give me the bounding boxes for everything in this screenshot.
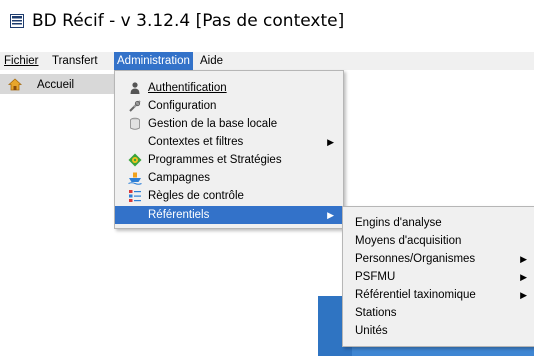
menu-fichier-label: Fichier <box>4 55 39 67</box>
window-title: BD Récif - v 3.12.4 [Pas de contexte] <box>32 11 345 31</box>
rules-icon <box>129 190 141 202</box>
ship-icon <box>128 172 142 185</box>
menu-item-regles-controle[interactable]: Règles de contrôle <box>115 187 343 205</box>
submenu-item-personnes-organismes[interactable]: Personnes/Organismes ▶ <box>343 250 534 268</box>
submenu-item-label: Moyens d'acquisition <box>355 235 462 247</box>
menu-item-authentification[interactable]: Authentification <box>115 79 343 97</box>
menu-item-referentiels[interactable]: Référentiels ▶ <box>115 206 343 224</box>
submenu-item-moyens-acquisition[interactable]: Moyens d'acquisition <box>343 232 534 250</box>
referentiels-submenu: Engins d'analyse Moyens d'acquisition Pe… <box>342 206 534 347</box>
tools-icon <box>129 100 141 112</box>
submenu-item-label: Référentiel taxinomique <box>355 289 476 301</box>
menu-item-label: Règles de contrôle <box>148 190 244 202</box>
submenu-arrow-icon: ▶ <box>327 137 334 147</box>
home-icon <box>8 78 22 91</box>
title-bar: BD Récif - v 3.12.4 [Pas de contexte] <box>0 0 534 44</box>
administration-menu: Authentification Configuration Gestion d… <box>114 70 344 229</box>
submenu-arrow-icon: ▶ <box>520 272 527 282</box>
submenu-item-engins-analyse[interactable]: Engins d'analyse <box>343 214 534 232</box>
menu-item-label: Programmes et Stratégies <box>148 154 282 166</box>
database-icon <box>130 117 140 130</box>
menu-item-label: Contextes et filtres <box>148 136 244 148</box>
menu-aide[interactable]: Aide <box>200 52 223 70</box>
submenu-item-label: Personnes/Organismes <box>355 253 476 265</box>
submenu-arrow-icon: ▶ <box>520 254 527 264</box>
submenu-item-stations[interactable]: Stations <box>343 304 534 322</box>
menu-item-gestion-base-locale[interactable]: Gestion de la base locale <box>115 115 343 133</box>
menu-item-label: Référentiels <box>148 209 210 221</box>
menu-transfert-label: Transfert <box>52 55 98 67</box>
submenu-item-psfmu[interactable]: PSFMU ▶ <box>343 268 534 286</box>
menu-bar: Fichier Transfert Administration Aide <box>0 52 534 70</box>
submenu-item-label: PSFMU <box>355 271 396 283</box>
submenu-item-referentiel-taxinomique[interactable]: Référentiel taxinomique ▶ <box>343 286 534 304</box>
submenu-item-label: Engins d'analyse <box>355 217 442 229</box>
menu-item-label: Campagnes <box>148 172 211 184</box>
menu-administration-label: Administration <box>117 55 190 67</box>
menu-item-label: Configuration <box>148 100 217 112</box>
menu-administration[interactable]: Administration <box>114 52 193 70</box>
menu-aide-label: Aide <box>200 55 224 67</box>
menu-item-label: Gestion de la base locale <box>148 118 278 130</box>
menu-item-label: Authentification <box>148 82 227 94</box>
submenu-arrow-icon: ▶ <box>327 210 334 220</box>
menu-item-configuration[interactable]: Configuration <box>115 97 343 115</box>
submenu-arrow-icon: ▶ <box>520 290 527 300</box>
menu-item-contextes-filtres[interactable]: Contextes et filtres ▶ <box>115 133 343 151</box>
home-tab-label: Accueil <box>37 79 75 91</box>
app-logo-icon <box>10 14 24 28</box>
submenu-item-unites[interactable]: Unités <box>343 322 534 340</box>
menu-item-programmes-strategies[interactable]: Programmes et Stratégies <box>115 151 343 169</box>
user-icon <box>130 82 140 94</box>
menu-item-campagnes[interactable]: Campagnes <box>115 169 343 187</box>
menu-transfert[interactable]: Transfert <box>52 52 98 70</box>
target-icon <box>128 153 142 167</box>
submenu-item-label: Stations <box>355 307 397 319</box>
submenu-item-label: Unités <box>355 325 388 337</box>
menu-fichier[interactable]: Fichier <box>4 52 39 70</box>
